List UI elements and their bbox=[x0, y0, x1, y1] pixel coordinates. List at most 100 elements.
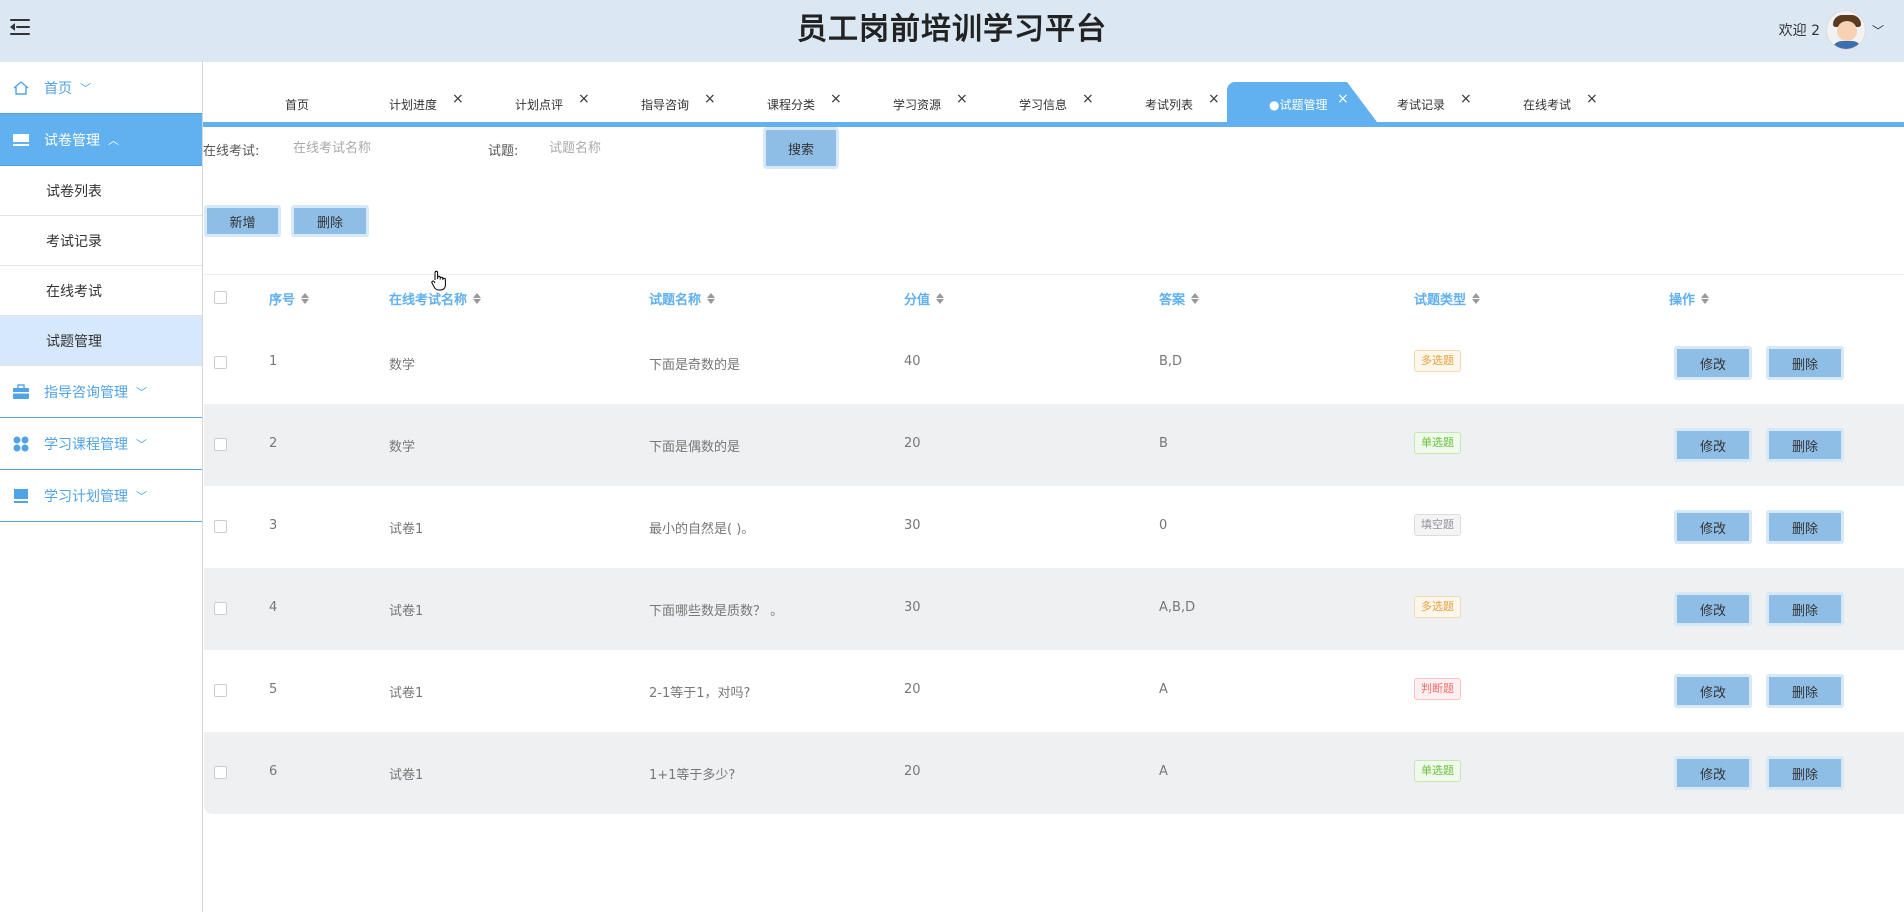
user-menu[interactable]: 欢迎 2 ﹀ bbox=[1779, 8, 1884, 52]
question-name-input[interactable] bbox=[549, 136, 729, 160]
cell-answer: 0 bbox=[1159, 518, 1168, 533]
row-checkbox[interactable] bbox=[214, 438, 227, 451]
edit-button[interactable]: 修改 bbox=[1674, 428, 1752, 462]
sidebar-item-exam-paper[interactable]: 试卷管理 ︿ bbox=[0, 114, 202, 166]
select-all-checkbox[interactable] bbox=[214, 291, 227, 304]
close-icon[interactable]: × bbox=[578, 80, 590, 118]
tab-learning-resources[interactable]: 学习资源 × bbox=[893, 82, 968, 122]
grid-icon bbox=[12, 435, 30, 453]
sidebar-item-plans[interactable]: 学习计划管理 ﹀ bbox=[0, 470, 202, 522]
type-tag: 单选题 bbox=[1414, 432, 1461, 454]
row-checkbox[interactable] bbox=[214, 684, 227, 697]
tab-plan-progress[interactable]: 计划进度 × bbox=[389, 82, 464, 122]
question-name-label: 试题: bbox=[488, 144, 519, 159]
column-header[interactable]: 序号 bbox=[269, 289, 310, 308]
sidebar-subitem-question-management[interactable]: 试题管理 bbox=[0, 316, 202, 366]
tab-bar: 首页 计划进度 × 计划点评 × 指导咨询 × 课程分类 × 学习资源 × 学习信息 × 考… bbox=[203, 82, 1904, 127]
sort-icon[interactable] bbox=[707, 293, 716, 304]
cell-exam: 数学 bbox=[389, 358, 416, 373]
sort-icon[interactable] bbox=[1191, 293, 1200, 304]
sidebar-item-guidance[interactable]: 指导咨询管理 ﹀ bbox=[0, 366, 202, 418]
sort-icon[interactable] bbox=[1701, 293, 1710, 304]
cell-score: 20 bbox=[904, 764, 921, 779]
sidebar-subitem-paper-list[interactable]: 试卷列表 bbox=[0, 166, 202, 216]
edit-button[interactable]: 修改 bbox=[1674, 674, 1752, 708]
cell-answer: B,D bbox=[1159, 354, 1183, 369]
close-icon[interactable]: × bbox=[956, 80, 968, 118]
cell-exam: 试卷1 bbox=[389, 604, 424, 619]
tab-course-category[interactable]: 课程分类 × bbox=[767, 82, 842, 122]
question-table: 序号 在线考试名称 试题名称 分值 答案 试题类型 操作 1 数学 下面是奇数的… bbox=[204, 274, 1904, 814]
close-icon[interactable]: × bbox=[830, 80, 842, 118]
cell-score: 30 bbox=[904, 518, 921, 533]
add-button[interactable]: 新增 bbox=[204, 205, 281, 237]
close-icon[interactable]: × bbox=[1586, 80, 1598, 118]
table-row: 6 试卷1 1+1等于多少? 20 A 单选题 修改 删除 bbox=[204, 732, 1904, 814]
sort-icon[interactable] bbox=[936, 293, 945, 304]
row-checkbox[interactable] bbox=[214, 766, 227, 779]
type-tag: 多选题 bbox=[1414, 350, 1461, 372]
tab-plan-review[interactable]: 计划点评 × bbox=[515, 82, 590, 122]
row-checkbox[interactable] bbox=[214, 356, 227, 369]
exam-name-input[interactable] bbox=[293, 136, 473, 160]
close-icon[interactable]: × bbox=[1082, 80, 1094, 118]
avatar[interactable] bbox=[1825, 10, 1866, 50]
delete-row-button[interactable]: 删除 bbox=[1766, 428, 1844, 462]
cell-question: 2-1等于1，对吗? bbox=[649, 686, 751, 701]
delete-row-button[interactable]: 删除 bbox=[1766, 346, 1844, 380]
row-checkbox[interactable] bbox=[214, 602, 227, 615]
cell-no: 6 bbox=[269, 764, 278, 779]
delete-button[interactable]: 删除 bbox=[291, 205, 369, 237]
cell-score: 30 bbox=[904, 600, 921, 615]
sidebar-item-label: 学习课程管理 bbox=[44, 437, 128, 453]
tab-guidance[interactable]: 指导咨询 × bbox=[641, 82, 716, 122]
sidebar-item-courses[interactable]: 学习课程管理 ﹀ bbox=[0, 418, 202, 470]
tab-question-management[interactable]: ●试题管理 × bbox=[1227, 82, 1377, 122]
delete-row-button[interactable]: 删除 bbox=[1766, 674, 1844, 708]
delete-row-button[interactable]: 删除 bbox=[1766, 510, 1844, 544]
top-header: 员工岗前培训学习平台 欢迎 2 ﹀ bbox=[0, 0, 1904, 62]
cell-exam: 试卷1 bbox=[389, 522, 424, 537]
close-icon[interactable]: × bbox=[452, 80, 464, 118]
sidebar-subitem-online-exam[interactable]: 在线考试 bbox=[0, 266, 202, 316]
search-button[interactable]: 搜索 bbox=[763, 127, 839, 169]
edit-button[interactable]: 修改 bbox=[1674, 346, 1752, 380]
tab-home[interactable]: 首页 bbox=[285, 82, 309, 122]
chevron-down-icon: ﹀ bbox=[136, 438, 147, 451]
column-header[interactable]: 试题名称 bbox=[649, 289, 716, 308]
sort-icon[interactable] bbox=[473, 293, 482, 304]
close-icon[interactable]: × bbox=[1208, 80, 1220, 118]
row-checkbox[interactable] bbox=[214, 520, 227, 533]
sidebar-item-home[interactable]: 首页 ﹀ bbox=[0, 62, 202, 114]
delete-row-button[interactable]: 删除 bbox=[1766, 592, 1844, 626]
sidebar-subitem-exam-records[interactable]: 考试记录 bbox=[0, 216, 202, 266]
tab-online-exam[interactable]: 在线考试 × bbox=[1523, 82, 1598, 122]
edit-button[interactable]: 修改 bbox=[1674, 510, 1752, 544]
close-icon[interactable]: × bbox=[1337, 82, 1349, 118]
column-header[interactable]: 分值 bbox=[904, 289, 945, 308]
tab-exam-list[interactable]: 考试列表 × bbox=[1145, 82, 1220, 122]
cell-question: 下面是偶数的是 bbox=[649, 440, 741, 455]
close-icon[interactable]: × bbox=[1460, 80, 1472, 118]
table-row: 3 试卷1 最小的自然是( )。 30 0 填空题 修改 删除 bbox=[204, 486, 1904, 568]
edit-button[interactable]: 修改 bbox=[1674, 592, 1752, 626]
briefcase-icon bbox=[12, 383, 30, 401]
delete-row-button[interactable]: 删除 bbox=[1766, 756, 1844, 790]
sort-icon[interactable] bbox=[301, 293, 310, 304]
sort-icon[interactable] bbox=[1472, 293, 1481, 304]
chevron-down-icon[interactable]: ﹀ bbox=[1872, 22, 1884, 39]
cell-no: 4 bbox=[269, 600, 278, 615]
column-header[interactable]: 答案 bbox=[1159, 289, 1200, 308]
cell-score: 40 bbox=[904, 354, 921, 369]
sidebar: 首页 ﹀ 试卷管理 ︿ 试卷列表 考试记录 在线考试 试题管理 指导咨询管理 ﹀… bbox=[0, 62, 203, 912]
tab-exam-records[interactable]: 考试记录 × bbox=[1397, 82, 1472, 122]
cell-no: 1 bbox=[269, 354, 278, 369]
column-header[interactable]: 试题类型 bbox=[1414, 289, 1481, 308]
edit-button[interactable]: 修改 bbox=[1674, 756, 1752, 790]
book-icon bbox=[12, 487, 30, 505]
type-tag: 多选题 bbox=[1414, 596, 1461, 618]
column-header[interactable]: 操作 bbox=[1669, 289, 1710, 308]
tab-learning-info[interactable]: 学习信息 × bbox=[1019, 82, 1094, 122]
close-icon[interactable]: × bbox=[704, 80, 716, 118]
cell-exam: 数学 bbox=[389, 440, 416, 455]
